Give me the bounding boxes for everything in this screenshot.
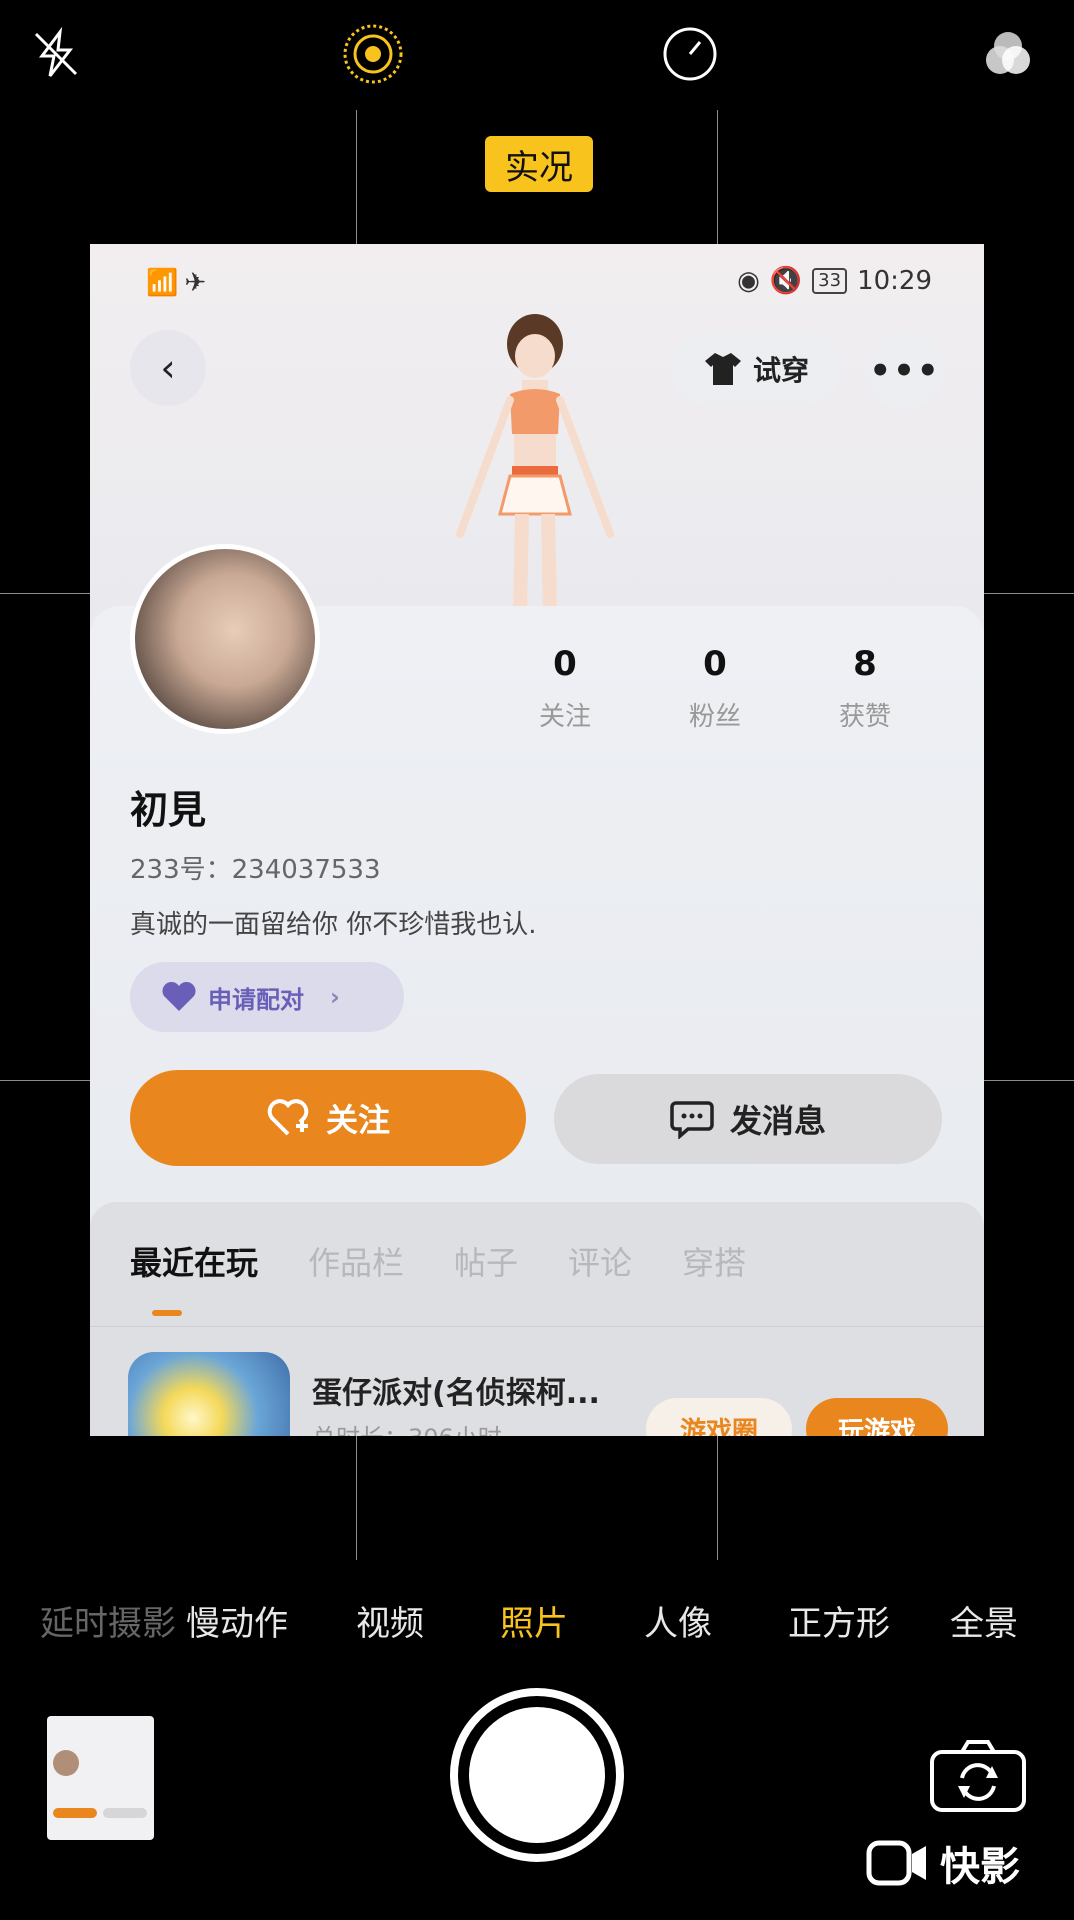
camera-flip-icon[interactable] — [928, 1738, 1028, 1814]
camera-mode-selector: 延时摄影 慢动作 视频 照片 人像 正方形 全景 — [0, 1596, 1074, 1646]
status-bar: 📶✈ ◉ 🔇 33 10:29 — [90, 264, 984, 304]
battery-indicator: 33 — [812, 268, 848, 294]
live-mode-badge[interactable]: 实况 — [485, 136, 593, 192]
try-on-button[interactable]: 试穿 — [670, 332, 842, 406]
viewfinder: 📶✈ ◉ 🔇 33 10:29 ‹ 试穿 ••• 0 关注 0 粉丝 8 获赞 … — [90, 244, 984, 1436]
apply-pair-button[interactable]: 申请配对 › — [130, 962, 404, 1032]
follow-button[interactable]: 关注 — [130, 1070, 526, 1166]
mute-icon: 🔇 — [769, 266, 803, 296]
shirt-icon — [704, 353, 741, 385]
heart-icon — [162, 981, 196, 1011]
tab-bar: 最近在玩 作品栏 帖子 评论 穿搭 — [130, 1238, 746, 1284]
mode-panorama[interactable]: 全景 — [950, 1596, 1018, 1645]
flash-off-icon[interactable] — [24, 22, 88, 86]
live-photo-icon[interactable] — [341, 22, 405, 86]
tab-posts[interactable]: 帖子 — [454, 1238, 518, 1284]
chat-bubble-icon — [670, 1101, 714, 1139]
game-app-icon[interactable] — [128, 1352, 290, 1436]
user-avatar[interactable] — [130, 544, 320, 734]
heart-plus-icon — [267, 1099, 309, 1136]
mode-photo[interactable]: 照片 — [500, 1596, 568, 1645]
play-game-button[interactable]: 玩游戏 — [806, 1398, 948, 1436]
wifi-airplane-icons: 📶✈ — [146, 268, 213, 298]
active-tab-indicator — [152, 1310, 182, 1316]
profile-uid: 233号：234037533 — [130, 855, 381, 885]
stat-following[interactable]: 0 关注 — [490, 644, 640, 733]
tab-recently-played[interactable]: 最近在玩 — [130, 1238, 258, 1284]
kuaiying-watermark: 快影 — [866, 1834, 1020, 1892]
game-playtime: 总时长：306小时 — [312, 1418, 502, 1436]
avatar-character-image — [456, 314, 614, 614]
tab-comments[interactable]: 评论 — [568, 1238, 632, 1284]
mode-video[interactable]: 视频 — [356, 1596, 424, 1645]
stat-likes[interactable]: 8 获赞 — [790, 644, 940, 733]
mode-timelapse[interactable]: 延时摄影 — [40, 1596, 176, 1645]
game-circle-button[interactable]: 游戏圈 — [646, 1398, 792, 1436]
filters-icon[interactable] — [976, 22, 1040, 86]
eye-icon: ◉ — [737, 266, 760, 296]
more-button[interactable]: ••• — [866, 332, 944, 410]
back-button[interactable]: ‹ — [130, 330, 206, 406]
back-arrow-icon: ‹ — [160, 346, 176, 390]
status-time: 10:29 — [857, 266, 932, 296]
video-camera-icon — [866, 1840, 926, 1886]
profile-bio: 真诚的一面留给你 你不珍惜我也认. — [130, 910, 537, 940]
mode-portrait[interactable]: 人像 — [644, 1596, 712, 1645]
mode-slow-motion[interactable]: 慢动作 — [186, 1596, 288, 1645]
chevron-right-icon: › — [330, 983, 340, 1011]
game-title: 蛋仔派对(名侦探柯... — [312, 1376, 600, 1411]
tab-works[interactable]: 作品栏 — [308, 1238, 404, 1284]
send-message-button[interactable]: 发消息 — [554, 1074, 942, 1164]
shutter-button[interactable] — [450, 1688, 624, 1862]
shutter-inner — [469, 1707, 605, 1843]
profile-stats: 0 关注 0 粉丝 8 获赞 — [490, 644, 940, 733]
gallery-thumbnail[interactable] — [47, 1716, 154, 1840]
tab-divider — [90, 1326, 984, 1327]
tab-outfits[interactable]: 穿搭 — [682, 1238, 746, 1284]
timer-icon[interactable] — [658, 22, 722, 86]
mode-square[interactable]: 正方形 — [788, 1596, 890, 1645]
content-tabs-panel: 最近在玩 作品栏 帖子 评论 穿搭 蛋仔派对(名侦探柯... 总时长：306小时… — [90, 1202, 984, 1436]
stat-followers[interactable]: 0 粉丝 — [640, 644, 790, 733]
profile-nickname: 初見 — [130, 788, 207, 832]
